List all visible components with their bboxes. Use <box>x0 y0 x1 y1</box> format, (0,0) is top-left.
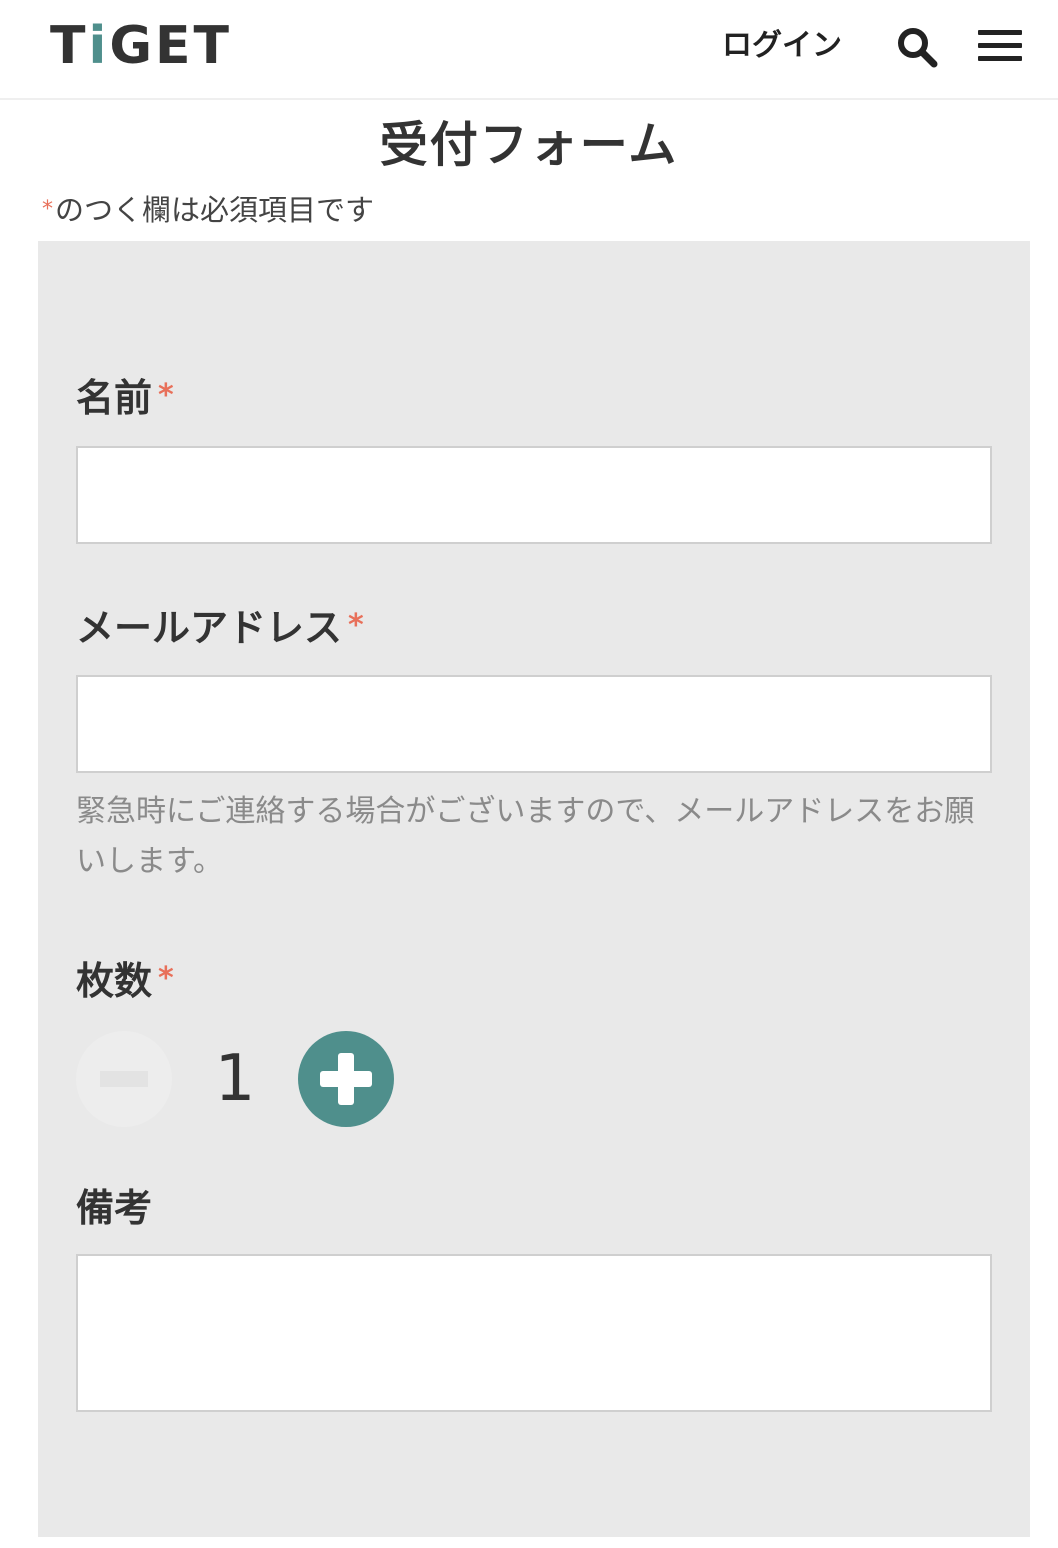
search-button[interactable] <box>896 26 938 68</box>
name-label-text: 名前 <box>76 376 153 420</box>
menu-line <box>978 56 1022 61</box>
menu-line <box>978 30 1022 35</box>
logo-letter-t: T <box>50 16 89 76</box>
reception-form: 名前 * メールアドレス * 緊急時にご連絡する場合がございますので、メールアドレス… <box>38 241 1030 1537</box>
minus-icon <box>100 1071 148 1087</box>
page-title: 受付フォーム <box>379 117 679 173</box>
required-asterisk: * <box>348 608 364 643</box>
login-link[interactable]: ログイン <box>722 26 842 66</box>
email-label-text: メールアドレス <box>76 606 343 650</box>
logo-letter-i: i <box>88 16 110 76</box>
notes-textarea[interactable] <box>76 1254 992 1412</box>
required-asterisk: * <box>158 961 174 996</box>
tiget-logo[interactable]: Ti GET <box>50 20 232 72</box>
quantity-value: 1 <box>214 1042 256 1116</box>
quantity-label-text: 枚数 <box>76 959 153 1003</box>
logo-letters-get: GET <box>109 16 232 76</box>
required-fields-note: *のつく欄は必須項目です <box>42 190 374 230</box>
email-input[interactable] <box>76 675 992 773</box>
quantity-label: 枚数 * <box>76 954 174 1006</box>
required-note-text: のつく欄は必須項目です <box>55 193 375 227</box>
name-input[interactable] <box>76 446 992 544</box>
menu-line <box>978 43 1022 48</box>
quantity-decrement-button[interactable] <box>76 1031 172 1127</box>
site-header: Ti GET ログイン <box>0 0 1058 100</box>
search-icon <box>898 28 938 68</box>
name-label: 名前 * <box>76 371 174 423</box>
required-asterisk: * <box>158 378 174 413</box>
quantity-increment-button[interactable] <box>298 1031 394 1127</box>
hamburger-menu-icon[interactable] <box>978 28 1022 64</box>
email-help-text: 緊急時にご連絡する場合がございますので、メールアドレスをお願いします。 <box>76 794 975 879</box>
required-asterisk: * <box>42 197 53 222</box>
notes-label-text: 備考 <box>76 1186 153 1230</box>
notes-label: 備考 <box>76 1183 152 1233</box>
email-label: メールアドレス * <box>76 601 364 653</box>
plus-icon-vertical <box>338 1053 354 1105</box>
page: Ti GET ログイン 受付フォーム *のつく欄は必須項目です 名前 * メールアド… <box>0 0 1058 1548</box>
